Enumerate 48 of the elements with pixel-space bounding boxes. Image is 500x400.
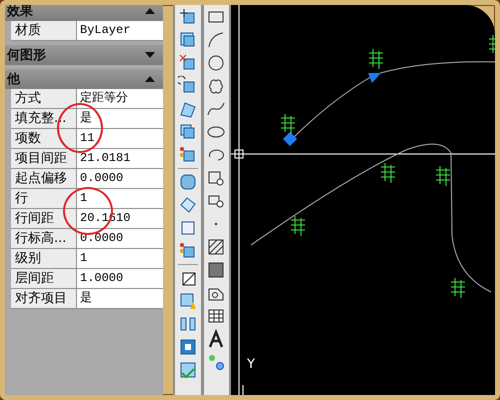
hatch-symbol [280, 114, 296, 134]
property-value[interactable]: 1 [77, 249, 163, 268]
circle-icon[interactable] [206, 53, 226, 73]
collapse-arrow-icon[interactable] [145, 7, 155, 15]
property-value[interactable]: 0.0000 [77, 229, 163, 248]
property-value[interactable]: 11 [77, 129, 163, 148]
grip-triangle[interactable] [368, 73, 381, 83]
property-label: 行间距 [11, 209, 77, 228]
section-header[interactable]: 他 [5, 69, 163, 89]
property-value[interactable]: 定距等分 [77, 89, 163, 108]
property-label: 级别 [11, 249, 77, 268]
insert-icon[interactable] [206, 352, 226, 372]
property-value[interactable]: 21.0181 [77, 149, 163, 168]
property-value[interactable]: 是 [77, 109, 163, 128]
hatch-symbol [450, 278, 466, 298]
property-label: 项目间距 [11, 149, 77, 168]
property-label: 起点偏移 [11, 169, 77, 188]
check-box-icon[interactable] [178, 360, 198, 380]
axis-label: Y [247, 357, 255, 372]
hatch-icon[interactable] [206, 237, 226, 257]
section-title: 他 [7, 71, 20, 88]
expand-arrow-icon[interactable] [145, 51, 155, 59]
hatch-symbol [488, 34, 495, 56]
property-value[interactable]: 0.0000 [77, 169, 163, 188]
property-value[interactable]: 是 [77, 289, 163, 308]
property-label: 行标高... [11, 229, 77, 248]
warning-box-icon[interactable] [178, 291, 198, 311]
property-label: 层间距 [11, 269, 77, 288]
annotation-circle [57, 103, 103, 153]
cursor-pickbox-icon [234, 150, 244, 158]
box-icon[interactable] [178, 337, 198, 357]
property-label: 行 [11, 189, 77, 208]
property-label: 项数 [11, 129, 77, 148]
hatch-symbol [380, 162, 396, 184]
cylinder-icon[interactable] [178, 172, 198, 192]
property-label: 方式 [11, 89, 77, 108]
hatch-symbol [368, 48, 384, 70]
gradient-icon[interactable] [206, 260, 226, 280]
property-value[interactable]: 1.0000 [77, 269, 163, 288]
hatch-symbol [436, 166, 450, 186]
collapse-arrow-icon[interactable] [145, 75, 155, 83]
property-value[interactable]: ByLayer [77, 21, 163, 40]
property-value[interactable]: 1 [77, 189, 163, 208]
property-label: 材质 [11, 21, 77, 40]
section-title: 何图形 [7, 47, 46, 64]
section-header[interactable]: 何图形 [5, 45, 163, 65]
property-label: 对齐项目 [11, 289, 77, 308]
hatch-symbol [290, 216, 306, 236]
